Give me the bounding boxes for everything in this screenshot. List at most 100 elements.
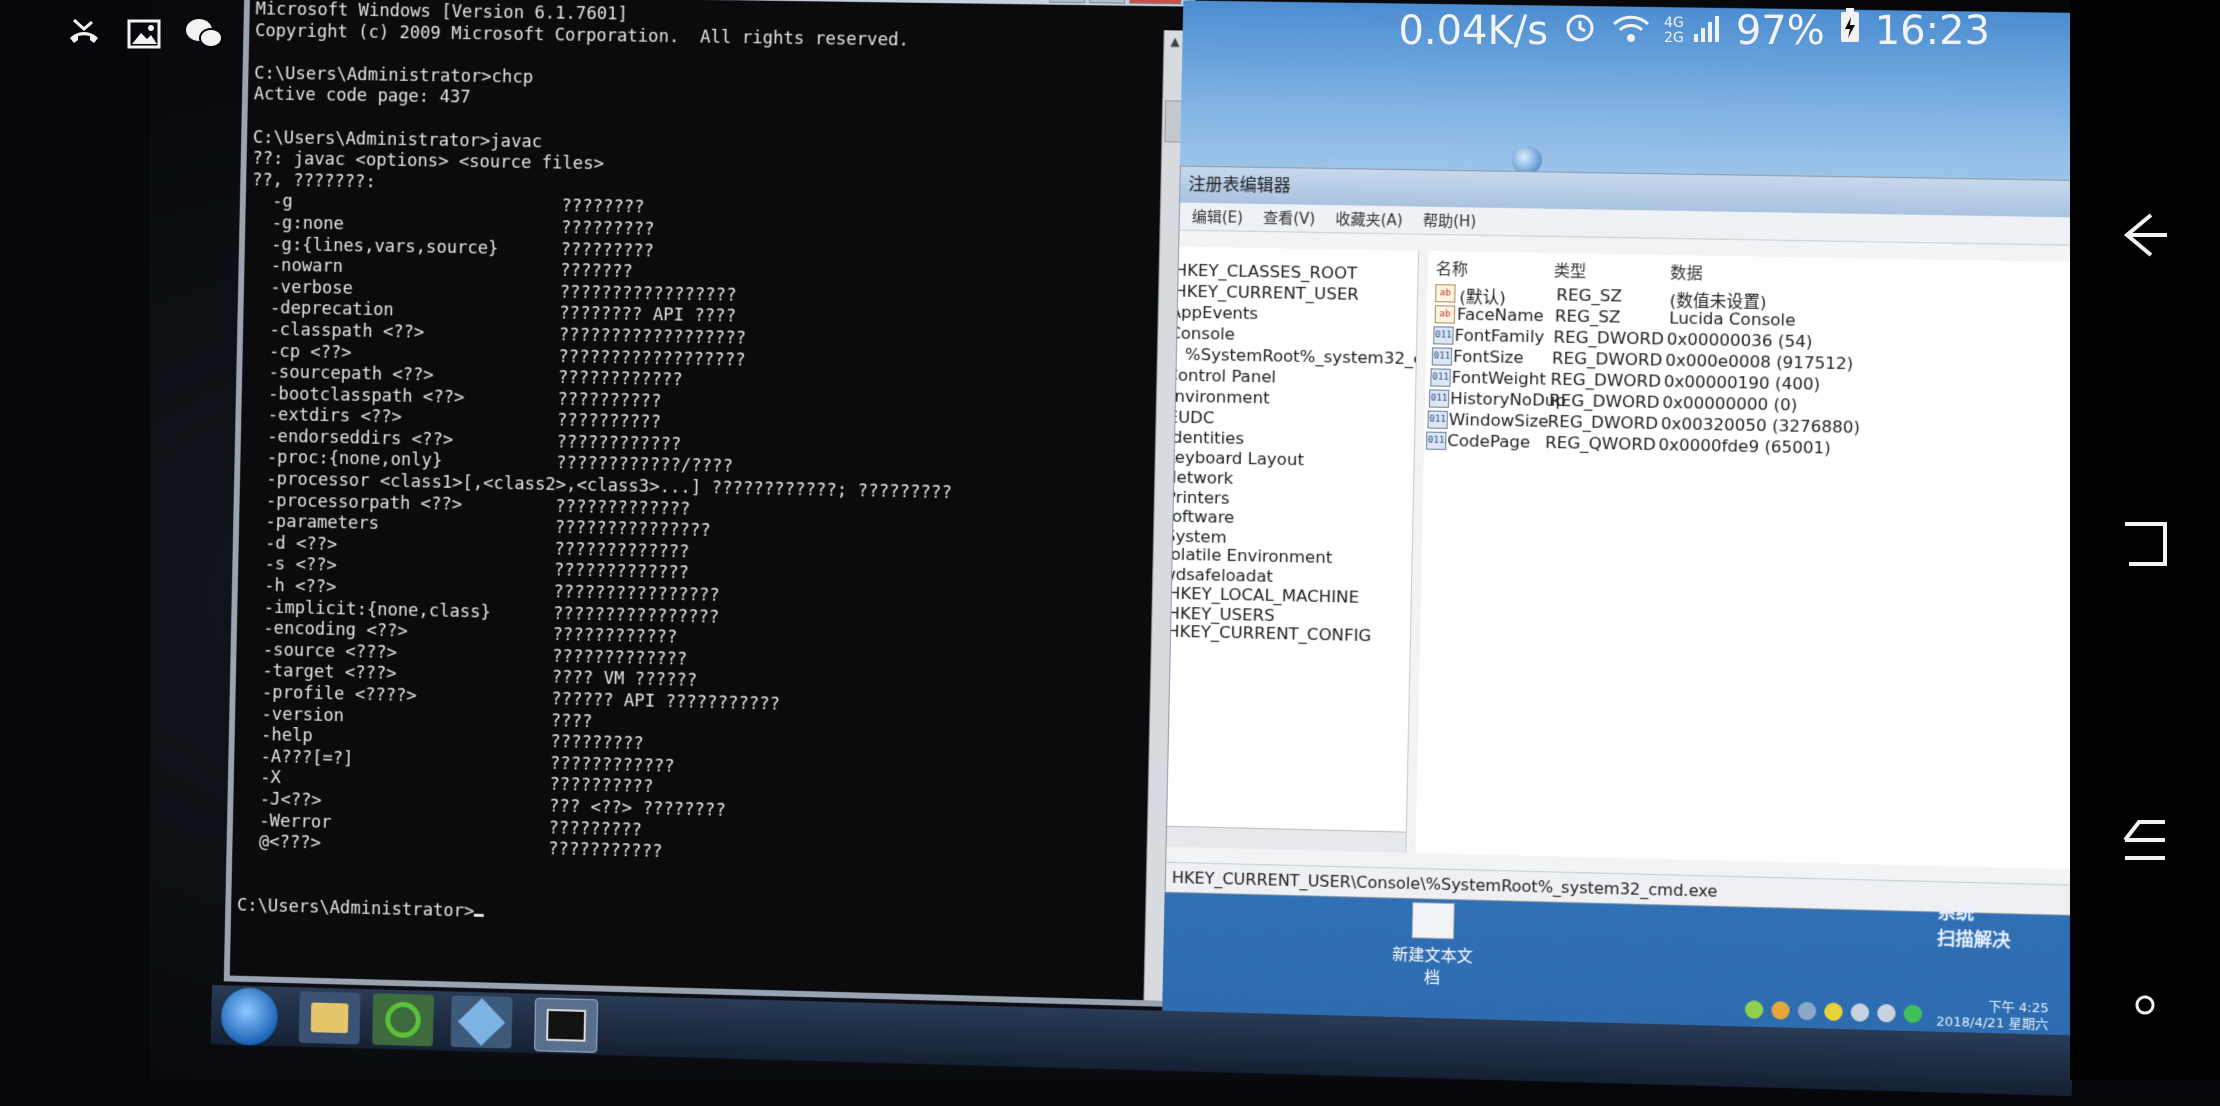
desktop-new-text-file[interactable]: 新建文本文 档 xyxy=(1371,901,1494,990)
assistant-dot-icon xyxy=(2135,995,2155,1015)
alarm-icon xyxy=(1562,8,1598,54)
taskbar-ie[interactable] xyxy=(372,993,434,1047)
tree-item-printers[interactable]: Printers xyxy=(1167,488,1230,508)
back-icon xyxy=(2123,213,2167,257)
tree-item-appevents[interactable]: AppEvents xyxy=(1170,302,1259,323)
value-type: REG_DWORD xyxy=(1553,327,1665,349)
value-name[interactable]: CodePage xyxy=(1447,431,1530,452)
menu-favorites[interactable]: 收藏夹(A) xyxy=(1335,205,1403,233)
missed-call-icon xyxy=(64,14,104,54)
assistant-button[interactable] xyxy=(2105,965,2185,1045)
tree-item-console[interactable]: Console xyxy=(1169,323,1235,343)
menu-view[interactable]: 查看(V) xyxy=(1263,204,1316,232)
clock: 16:23 xyxy=(1874,8,1990,54)
tray-app-icon[interactable] xyxy=(1744,999,1764,1019)
tray-user-icon[interactable] xyxy=(1771,1000,1790,1020)
value-type: REG_DWORD xyxy=(1548,390,1660,412)
value-type: REG_DWORD xyxy=(1547,411,1659,434)
registry-tree[interactable]: HKEY_CLASSES_ROOT HKEY_CURRENT_USER AppE… xyxy=(1166,246,1420,853)
folder-icon xyxy=(310,1002,349,1034)
dword-value-icon: 011 xyxy=(1430,368,1451,387)
recents-icon xyxy=(2123,820,2165,860)
security-overlay-line-2: 扫描解决 xyxy=(1936,928,2011,952)
value-type: REG_DWORD xyxy=(1550,369,1662,391)
back-button[interactable] xyxy=(2105,195,2185,275)
security-app-overlay[interactable]: 系统 扫描解决 xyxy=(1937,900,2012,954)
tree-item-wdsafeloadat[interactable]: wdsafeloadat xyxy=(1167,564,1274,585)
battery-percent: 97% xyxy=(1735,8,1825,54)
regedit-window[interactable]: 注册表编辑器 编辑(E) 查看(V) 收藏夹(A) 帮助(H) HKEY_CLA… xyxy=(1164,165,2094,917)
tree-item-environment[interactable]: Environment xyxy=(1167,386,1270,407)
dword-value-icon: 011 xyxy=(1428,389,1450,408)
tree-item-eudc[interactable]: EUDC xyxy=(1167,408,1214,428)
cmd-icon xyxy=(546,1008,587,1042)
wifi-icon xyxy=(1612,8,1650,54)
tree-item-volatile-env[interactable]: Volatile Environment xyxy=(1167,544,1333,567)
desktop-file-label-1: 新建文本文 xyxy=(1391,944,1473,966)
value-data: 0x00000000 (0) xyxy=(1662,392,1798,415)
tree-horizontal-scrollbar[interactable] xyxy=(1166,825,1406,853)
column-data[interactable]: 数据 xyxy=(1670,259,1703,284)
tree-item-network[interactable]: Network xyxy=(1167,467,1234,487)
battery-charging-icon xyxy=(1839,8,1861,54)
tree-item-cmd-key[interactable]: %SystemRoot%_system32_c xyxy=(1185,345,1419,368)
dword-value-icon: 011 xyxy=(1427,410,1448,429)
network-type-bottom: 2G xyxy=(1664,30,1684,46)
taskbar-clock[interactable]: 下午 4:25 2018/4/21 星期六 xyxy=(1936,998,2049,1033)
tray-network-icon[interactable] xyxy=(1877,1003,1896,1022)
home-icon xyxy=(2125,522,2167,566)
tree-item-hkcu[interactable]: HKEY_CURRENT_USER xyxy=(1174,282,1359,304)
value-data: 0x00000036 (54) xyxy=(1666,329,1813,352)
desktop-file-label-2: 档 xyxy=(1423,967,1441,988)
tree-item-keyboard-layout[interactable]: Keyboard Layout xyxy=(1167,447,1305,469)
qword-value-icon: 011 xyxy=(1425,431,1447,451)
tree-item-hkcr[interactable]: HKEY_CLASSES_ROOT xyxy=(1174,261,1357,283)
registry-values[interactable]: 名称 类型 数据 ab (默认) REG_SZ (数值未设置) ab FaceN… xyxy=(1415,250,2091,870)
tree-item-hkcc[interactable]: HKEY_CURRENT_CONFIG xyxy=(1167,622,1372,646)
value-type: REG_DWORD xyxy=(1551,348,1663,370)
column-name[interactable]: 名称 xyxy=(1436,255,1469,280)
text-file-icon xyxy=(1411,902,1455,940)
wechat-icon xyxy=(184,14,224,54)
regedit-icon xyxy=(457,998,506,1046)
value-name[interactable]: FaceName xyxy=(1457,305,1544,326)
tree-item-control-panel[interactable]: Control Panel xyxy=(1167,365,1277,386)
tray-plus-icon[interactable] xyxy=(1824,1001,1843,1021)
taskbar-regedit[interactable] xyxy=(450,995,513,1049)
value-data: 0x00320050 (3276880) xyxy=(1660,413,1861,437)
value-name[interactable]: FontFamily xyxy=(1454,326,1544,347)
value-name[interactable]: FontWeight xyxy=(1451,368,1546,389)
dword-value-icon: 011 xyxy=(1433,326,1454,345)
value-data: Lucida Console xyxy=(1669,308,1796,330)
value-name[interactable]: WindowSize xyxy=(1449,410,1549,431)
value-type: REG_SZ xyxy=(1556,285,1623,306)
menu-help[interactable]: 帮助(H) xyxy=(1423,207,1477,235)
tree-item-software[interactable]: Software xyxy=(1167,506,1235,527)
menu-edit[interactable]: 编辑(E) xyxy=(1192,203,1244,231)
tray-speed-icon[interactable] xyxy=(1903,1004,1923,1023)
taskbar-cmd[interactable] xyxy=(534,997,599,1053)
string-value-icon: ab xyxy=(1434,305,1456,324)
column-type[interactable]: 类型 xyxy=(1554,257,1587,282)
security-overlay-line-1: 系统 xyxy=(1937,902,1975,925)
network-type: 4G 2G xyxy=(1664,16,1684,46)
gallery-icon xyxy=(124,14,164,54)
value-type: REG_SZ xyxy=(1554,306,1621,327)
network-speed: 0.04K/s xyxy=(1398,8,1549,54)
taskbar-explorer[interactable] xyxy=(298,991,361,1045)
string-value-icon: ab xyxy=(1435,284,1456,303)
home-button[interactable] xyxy=(2105,500,2185,580)
start-button[interactable] xyxy=(220,987,279,1047)
tree-item-identities[interactable]: Identities xyxy=(1167,428,1244,449)
value-name[interactable]: FontSize xyxy=(1453,347,1524,367)
tray-shield-icon[interactable] xyxy=(1797,1001,1817,1020)
ie-icon xyxy=(385,1001,422,1039)
android-nav-bar xyxy=(2070,0,2220,1080)
cmd-window[interactable]: Microsoft Windows [Version 6.1.7601] Copy… xyxy=(223,0,1196,1008)
tray-volume-icon[interactable] xyxy=(1850,1002,1870,1022)
signal-icon xyxy=(1692,8,1722,54)
recents-button[interactable] xyxy=(2105,800,2185,880)
console-cursor xyxy=(474,913,485,917)
dword-value-icon: 011 xyxy=(1431,347,1453,366)
console-output[interactable]: Microsoft Windows [Version 6.1.7601] Copy… xyxy=(236,0,1125,971)
